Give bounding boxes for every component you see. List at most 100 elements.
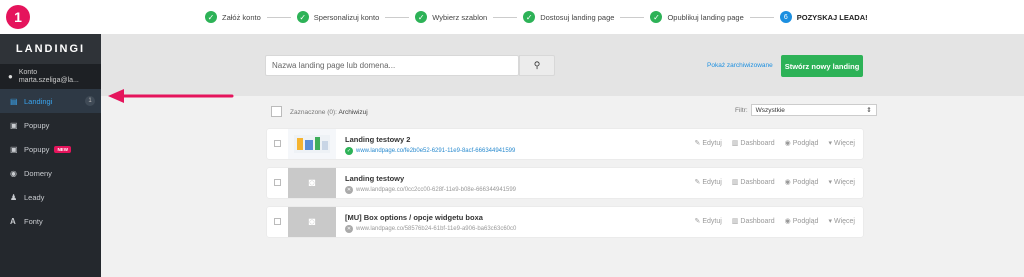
progress-step-2: ✓ Spersonalizuj konto xyxy=(296,11,379,23)
preview-label: Podgląd xyxy=(792,217,819,225)
camera-icon: ◙ xyxy=(308,177,316,189)
chart-icon: ▥ xyxy=(731,179,739,186)
pencil-icon: ✎ xyxy=(694,140,701,147)
select-all-checkbox[interactable] xyxy=(271,106,282,117)
landing-row[interactable]: ◙ [MU] Box options / opcje widgetu boxa … xyxy=(267,207,863,237)
progress-step-6: 6 POZYSKAJ LEADA! xyxy=(779,11,868,23)
check-icon: ✓ xyxy=(650,11,663,23)
popup-icon: ▣ xyxy=(10,120,18,130)
search-area: Nazwa landing page lub domena... ⚲ Pokaż… xyxy=(101,34,1024,96)
preview-button[interactable]: ◉ Podgląd xyxy=(784,139,819,148)
logo[interactable]: LANDINGI xyxy=(0,34,101,64)
row-actions: ✎ Edytuj ▥ Dashboard ◉ Podgląd ▾ Więcej xyxy=(684,139,855,148)
landing-title[interactable]: Landing testowy xyxy=(345,174,404,183)
dashboard-label: Dashboard xyxy=(740,139,775,147)
user-circle-icon: ● xyxy=(8,72,13,81)
more-button[interactable]: ▾ Więcej xyxy=(828,217,855,226)
caret-down-icon: ▾ xyxy=(828,218,832,225)
sidebar-item-label: Leady xyxy=(24,192,45,202)
account-label: Konto xyxy=(18,68,38,76)
more-button[interactable]: ▾ Więcej xyxy=(828,139,855,148)
landing-row[interactable]: Landing testowy 2 ✓ www.landpage.co/fe2b… xyxy=(267,129,863,159)
sidebar-item-label: Popupy xyxy=(24,120,50,130)
preview-button[interactable]: ◉ Podgląd xyxy=(784,178,819,187)
edit-button[interactable]: ✎ Edytuj xyxy=(694,178,721,187)
landing-row[interactable]: ◙ Landing testowy ✕ www.landpage.co/0cc2… xyxy=(267,168,863,198)
landing-url[interactable]: ✕ www.landpage.co/58576b24-61bf-11e9-a90… xyxy=(345,225,516,233)
step-connector xyxy=(620,16,645,18)
progress-step-4: ✓ Dostosuj landing page xyxy=(523,11,614,23)
more-label: Więcej xyxy=(833,217,855,225)
landing-url[interactable]: ✕ www.landpage.co/0cc2cc00-628f-11e9-b08… xyxy=(345,186,516,194)
more-label: Więcej xyxy=(833,178,855,186)
sidebar-item-landingi[interactable]: ▤ Landingi 1 xyxy=(0,89,101,113)
step-connector xyxy=(266,16,291,18)
create-landing-button[interactable]: Stwórz nowy landing xyxy=(781,55,863,77)
globe-icon: ◉ xyxy=(10,168,17,178)
dashboard-label: Dashboard xyxy=(740,217,775,225)
eye-icon: ◉ xyxy=(784,140,791,147)
account-menu[interactable]: ● Konto marta.szeliga@la... xyxy=(0,64,101,89)
row-checkbox[interactable] xyxy=(274,218,281,225)
preview-button[interactable]: ◉ Podgląd xyxy=(785,217,819,226)
progress-step-label: Opublikuj landing page xyxy=(667,12,744,22)
dashboard-button[interactable]: ▥ Dashboard xyxy=(731,178,775,187)
filter: Filtr: Wszystkie ⇕ xyxy=(735,104,877,116)
landing-title[interactable]: Landing testowy 2 xyxy=(345,135,410,144)
check-icon: ✓ xyxy=(523,11,536,23)
row-checkbox[interactable] xyxy=(274,179,281,186)
sidebar: LANDINGI ● Konto marta.szeliga@la... ▤ L… xyxy=(0,34,101,277)
filter-select[interactable]: Wszystkie ⇕ xyxy=(750,104,877,116)
row-checkbox[interactable] xyxy=(274,140,281,147)
more-label: Więcej xyxy=(833,139,855,147)
filter-label: Filtr: xyxy=(735,106,748,114)
sidebar-item-label: Fonty xyxy=(24,216,43,226)
user-icon: ♟ xyxy=(10,192,18,202)
sidebar-item-popupy[interactable]: ▣ Popupy xyxy=(0,113,101,137)
landing-thumbnail[interactable]: ◙ xyxy=(288,207,336,237)
search-input[interactable]: Nazwa landing page lub domena... xyxy=(265,55,519,76)
pencil-icon: ✎ xyxy=(694,179,701,186)
edit-button[interactable]: ✎ Edytuj xyxy=(694,217,722,226)
show-archived-link[interactable]: Pokaż zarchiwizowane xyxy=(707,62,773,69)
edit-label: Edytuj xyxy=(702,217,722,225)
count-badge: 1 xyxy=(85,96,95,106)
filter-value: Wszystkie xyxy=(755,106,785,114)
more-button[interactable]: ▾ Więcej xyxy=(828,178,855,187)
landing-thumbnail[interactable] xyxy=(288,129,336,159)
step-connector xyxy=(493,16,518,18)
popup-new-icon: ▣ xyxy=(10,144,18,154)
sidebar-item-leady[interactable]: ♟ Leady xyxy=(0,185,101,209)
preview-label: Podgląd xyxy=(792,139,819,147)
row-actions: ✎ Edytuj ▥ Dashboard ◉ Podgląd ▾ Więcej xyxy=(684,217,855,226)
caret-down-icon: ▾ xyxy=(828,179,832,186)
check-icon: ✓ xyxy=(296,11,309,23)
step-connector xyxy=(385,16,410,18)
onboarding-progress-bar: 1 ✓ Załóż konto ✓ Spersonalizuj konto ✓ … xyxy=(0,0,1024,34)
eye-icon: ◉ xyxy=(784,179,791,186)
dashboard-button[interactable]: ▥ Dashboard xyxy=(732,217,775,226)
annotation-arrow xyxy=(108,89,234,103)
sidebar-item-popupy-new[interactable]: ▣ Popupy NEW xyxy=(0,137,101,161)
row-actions: ✎ Edytuj ▥ Dashboard ◉ Podgląd ▾ Więcej xyxy=(684,178,855,187)
progress-step-label: POZYSKAJ LEADA! xyxy=(796,12,868,22)
preview-label: Podgląd xyxy=(792,178,819,186)
sort-arrows-icon: ⇕ xyxy=(866,107,872,114)
landing-url-text: www.landpage.co/58576b24-61bf-11e9-a906-… xyxy=(356,226,517,232)
landing-title[interactable]: [MU] Box options / opcje widgetu boxa xyxy=(345,213,483,222)
selected-count: (0): xyxy=(327,109,337,116)
edit-button[interactable]: ✎ Edytuj xyxy=(694,139,721,148)
sidebar-item-domeny[interactable]: ◉ Domeny xyxy=(0,161,101,185)
search-button[interactable]: ⚲ xyxy=(519,55,555,76)
progress-step-label: Załóż konto xyxy=(222,12,261,22)
dashboard-button[interactable]: ▥ Dashboard xyxy=(732,139,775,148)
landing-thumbnail[interactable]: ◙ xyxy=(288,168,336,198)
landing-url[interactable]: ✓ www.landpage.co/fe2b0e52-6291-11e9-8ac… xyxy=(345,147,515,155)
published-check-icon: ✓ xyxy=(345,147,353,155)
account-email: marta.szeliga@la... xyxy=(18,76,79,84)
sidebar-item-fonty[interactable]: A Fonty xyxy=(0,209,101,233)
progress-step-3: ✓ Wybierz szablon xyxy=(415,11,487,23)
selection-summary: Zaznaczone (0): Archiwizuj xyxy=(290,109,368,116)
archive-action[interactable]: Archiwizuj xyxy=(338,109,367,116)
main-content: Nazwa landing page lub domena... ⚲ Pokaż… xyxy=(101,34,1024,277)
